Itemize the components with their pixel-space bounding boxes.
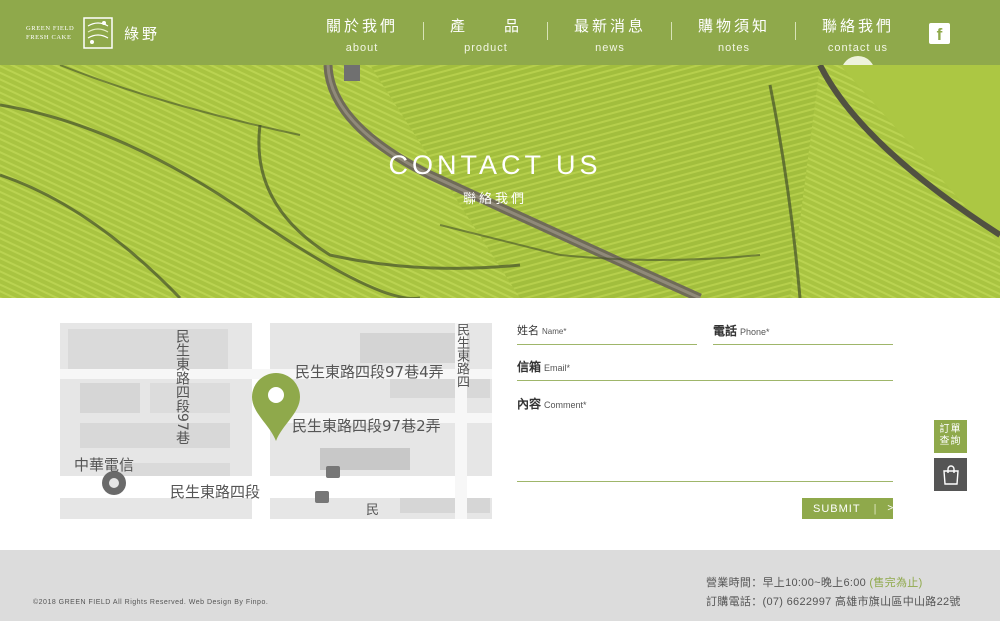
logo-line1: GREEN FIELD (26, 25, 75, 32)
hero-title: CONTACT US (388, 150, 602, 180)
nav-news-cn: 最新消息 (573, 18, 646, 35)
name-label-cn: 姓名 (517, 325, 539, 337)
nav-contact-en: contact us (827, 42, 889, 54)
order-lookup-button[interactable]: 訂單 查詢 (934, 420, 967, 453)
order-lookup-line1: 訂單 (939, 424, 962, 435)
email-label: 信箱 Email* (517, 358, 570, 375)
submit-button[interactable]: SUBMIT | > (802, 498, 893, 519)
phone-label-en: Phone* (740, 327, 770, 337)
logo[interactable]: GREEN FIELD FRESH CAKE 綠野 (26, 13, 160, 53)
hours-label: 營業時間：早上10:00~晚上6:00 (706, 577, 870, 589)
phone-field[interactable]: 電話 Phone* (713, 322, 893, 345)
comment-label: 內容 Comment* (517, 395, 587, 412)
hero-subtitle: 聯絡我們 (462, 191, 527, 206)
nav-about-en: about (345, 42, 379, 54)
phone-label-cn: 電話 (713, 324, 738, 338)
order-phone: 訂購電話：(07) 6622997 高雄市旗山區中山路22號 (706, 596, 961, 608)
nav-product-cn: 產 品 (449, 18, 522, 35)
nav-product-en: product (464, 42, 508, 54)
map-label-main-road: 民生東路四段 (170, 483, 261, 501)
order-lookup-line2: 查詢 (939, 436, 962, 447)
map-label-telecom: 中華電信 (74, 456, 135, 474)
rice-field-image (0, 65, 1000, 298)
logo-chinese: 綠野 (124, 24, 161, 43)
business-hours: 營業時間：早上10:00~晚上6:00 (售完為止) (706, 574, 923, 590)
nav-notes-en: notes (718, 42, 750, 54)
nav-about-cn: 關於我們 (325, 18, 398, 35)
comment-field[interactable]: 內容 Comment* (517, 395, 893, 482)
hours-note: (售完為止) (869, 577, 923, 589)
name-field[interactable]: 姓名 Name* (517, 322, 697, 345)
name-label-en: Name* (542, 327, 567, 336)
nav-notes[interactable]: 購物須知 notes (672, 0, 796, 65)
nav-notes-cn: 購物須知 (697, 18, 770, 35)
location-map[interactable]: 民生東路四段97巷4弄 民生東路四段97巷2弄 民生東路四段 中華電信 民生東路… (60, 323, 492, 519)
map-label-lane97: 民生東路四段97巷 (174, 329, 190, 445)
facebook-icon[interactable]: f (929, 23, 950, 44)
site-header: GREEN FIELD FRESH CAKE 綠野 關於我們 about 產 品… (0, 0, 1000, 74)
copyright-text: ©2018 GREEN FIELD All Rights Reserved. W… (33, 599, 269, 606)
nav-contact[interactable]: 聯絡我們 contact us (796, 0, 920, 74)
logo-line2: FRESH CAKE (26, 34, 72, 41)
email-label-cn: 信箱 (517, 360, 542, 374)
nav-news-en: news (595, 42, 625, 54)
map-pin-icon[interactable] (250, 373, 302, 443)
submit-label: SUBMIT (813, 502, 861, 515)
shopping-bag-icon (942, 464, 959, 485)
site-footer: ©2018 GREEN FIELD All Rights Reserved. W… (0, 550, 1000, 621)
submit-divider: | (873, 502, 878, 515)
phone-label: 電話 Phone* (713, 322, 770, 339)
nav-about[interactable]: 關於我們 about (300, 0, 424, 65)
chevron-right-icon: > (887, 503, 895, 514)
nav-product[interactable]: 產 品 product (424, 0, 548, 65)
email-field[interactable]: 信箱 Email* (517, 358, 893, 381)
email-label-en: Email* (544, 363, 571, 373)
map-label-lane2: 民生東路四段97巷2弄 (292, 417, 441, 435)
comment-label-en: Comment* (544, 400, 587, 410)
map-label-top-right: 民生東路四 (454, 323, 469, 388)
map-label-lane4: 民生東路四段97巷4弄 (295, 363, 444, 381)
comment-label-cn: 內容 (517, 397, 542, 411)
cart-button[interactable] (934, 458, 967, 491)
map-label-bottom-right: 民 (366, 503, 380, 518)
main-nav: 關於我們 about 產 品 product 最新消息 news 購物須知 no… (300, 0, 920, 74)
nav-news[interactable]: 最新消息 news (548, 0, 672, 65)
logo-emblem-icon (80, 14, 116, 52)
name-label: 姓名 Name* (517, 322, 566, 338)
logo-wordmark: GREEN FIELD FRESH CAKE (26, 24, 78, 42)
hero-banner: CONTACT US 聯絡我們 (0, 65, 1000, 298)
nav-contact-cn: 聯絡我們 (821, 18, 894, 35)
